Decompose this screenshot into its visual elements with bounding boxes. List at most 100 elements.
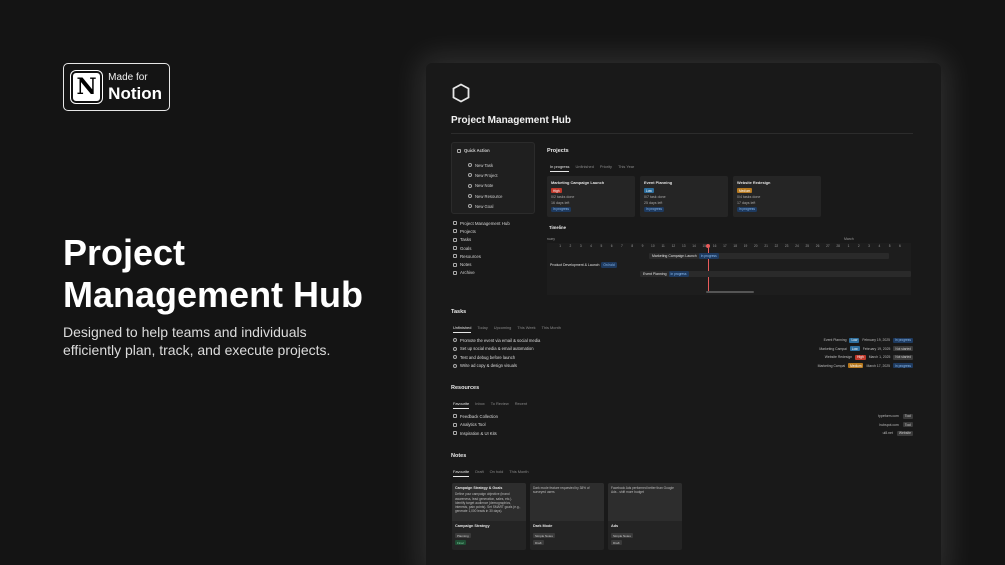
note-card[interactable]: Facebook Ads performed better than Googl… bbox=[608, 483, 682, 550]
nav-item-goals[interactable]: Goals bbox=[453, 244, 510, 252]
status-badge: Not started bbox=[893, 346, 913, 352]
timeline-bar[interactable]: Marketing Campaign Launch In progress bbox=[649, 253, 889, 259]
project-cards: Marketing Campaign Launch High 0/2 tasks… bbox=[547, 176, 821, 217]
nav-item-label: Projects bbox=[460, 228, 476, 234]
note-card[interactable]: Dark mode feature requested by 38% of su… bbox=[530, 483, 604, 550]
resource-meta: ui8.net Website bbox=[883, 430, 913, 436]
note-preview: Facebook Ads performed better than Googl… bbox=[608, 483, 682, 521]
list-item[interactable]: Feedback Collection typeform.com Tool bbox=[453, 412, 913, 421]
resource-text: Feedback Collection bbox=[460, 413, 498, 419]
list-item[interactable]: Write ad copy & design visuals Marketing… bbox=[453, 362, 913, 371]
project-card-title: Website Redesign bbox=[737, 180, 771, 185]
list-item[interactable]: Inspiration & UI Kits ui8.net Website bbox=[453, 429, 913, 438]
quick-action-item-label: New Resource bbox=[475, 193, 503, 199]
timeline-day: 17 bbox=[723, 244, 727, 248]
timeline-day: 10 bbox=[651, 244, 655, 248]
checkbox-icon[interactable] bbox=[453, 363, 457, 368]
project-card[interactable]: Event Planning Low 0/7 task done 25 days… bbox=[640, 176, 728, 217]
tab-this-year[interactable]: This Year bbox=[618, 164, 634, 172]
nav-item-archive[interactable]: Archive bbox=[453, 269, 510, 277]
note-title: Ads bbox=[611, 524, 619, 528]
list-item[interactable]: Set up social media & email automation M… bbox=[453, 345, 913, 354]
tab-today[interactable]: Today bbox=[477, 325, 487, 333]
note-body: Dark Mode Simple Notes Draft bbox=[530, 521, 604, 548]
megaphone-icon bbox=[457, 148, 461, 153]
list-item[interactable]: Promote the event via email & social med… bbox=[453, 336, 913, 345]
status-badge: Draft bbox=[533, 540, 544, 545]
timeline-bar[interactable]: Product Development & Launch On hold bbox=[547, 262, 647, 268]
timeline: ruary March 1 2 3 4 5 6 7 8 9 10 11 12 13 14 15 16 17 18 1… bbox=[547, 235, 911, 295]
tab-on-hold[interactable]: On hold bbox=[490, 469, 504, 477]
note-preview: Dark mode feature requested by 38% of su… bbox=[530, 483, 604, 521]
timeline-day: 4 bbox=[878, 244, 881, 248]
quick-action-items: New Task New Project New Note New Resour… bbox=[468, 160, 502, 211]
tab-priority[interactable]: Priority bbox=[600, 164, 612, 172]
tab-this-month[interactable]: This Month bbox=[509, 469, 528, 477]
quick-action-item-label: New Task bbox=[475, 162, 494, 168]
project-card[interactable]: Website Redesign Medium 0/4 tasks done 1… bbox=[733, 176, 821, 217]
nav-item-label: Resources bbox=[460, 253, 481, 259]
nav-item-projects[interactable]: Projects bbox=[453, 227, 510, 235]
timeline-day: 5 bbox=[888, 244, 891, 248]
timeline-title: Timeline bbox=[549, 225, 566, 230]
timeline-bar[interactable]: Event Planning In progress bbox=[640, 271, 911, 277]
pen-icon bbox=[468, 183, 472, 188]
quick-action-new-note[interactable]: New Note bbox=[468, 181, 502, 191]
list-item[interactable]: Test and debug before launch Website Red… bbox=[453, 353, 913, 362]
tab-favourite[interactable]: Favourite bbox=[453, 401, 470, 409]
timeline-bar-label: Event Planning bbox=[643, 272, 667, 276]
timeline-day: 5 bbox=[600, 244, 603, 248]
checkbox-icon[interactable] bbox=[453, 338, 457, 343]
status-badge: Final bbox=[455, 540, 466, 545]
status-badge: In progress bbox=[698, 253, 719, 259]
folder-icon bbox=[468, 173, 472, 178]
tab-this-week[interactable]: This Week bbox=[517, 325, 535, 333]
target-icon bbox=[453, 246, 457, 251]
task-meta: Event Planning Low February 19, 2025 In pro… bbox=[824, 337, 913, 343]
tab-unfinished[interactable]: Unfinished bbox=[575, 164, 593, 172]
project-card[interactable]: Marketing Campaign Launch High 0/2 tasks… bbox=[547, 176, 635, 217]
checkbox-icon[interactable] bbox=[453, 355, 457, 360]
target-icon bbox=[468, 204, 472, 209]
tab-in-progress[interactable]: In progress bbox=[550, 164, 570, 172]
status-badge: In progress bbox=[737, 206, 757, 212]
tasks-title: Tasks bbox=[451, 309, 467, 315]
notes-tabs: Favourite Draft On hold This Month bbox=[453, 469, 529, 477]
timeline-day: 25 bbox=[805, 244, 810, 248]
archive-icon bbox=[453, 270, 457, 275]
tab-recent[interactable]: Recent bbox=[515, 401, 527, 409]
tab-this-month[interactable]: This Month bbox=[542, 325, 561, 333]
timeline-day: 6 bbox=[610, 244, 613, 248]
quick-action-header: Quick Action bbox=[457, 148, 490, 153]
nav-item-label: Notes bbox=[460, 262, 472, 268]
checkbox-icon[interactable] bbox=[453, 346, 457, 351]
tab-upcoming[interactable]: Upcoming bbox=[494, 325, 512, 333]
timeline-scrollbar[interactable] bbox=[706, 291, 754, 293]
tab-to-review[interactable]: To Review bbox=[491, 401, 509, 409]
nav-item-hub[interactable]: Project Management Hub bbox=[453, 219, 510, 227]
quick-action-new-goal[interactable]: New Goal bbox=[468, 201, 502, 211]
nav-item-resources[interactable]: Resources bbox=[453, 252, 510, 260]
note-body: Campaign Strategy Planning Final bbox=[452, 521, 526, 548]
project-card-title: Event Planning bbox=[644, 180, 673, 185]
quick-action-new-project[interactable]: New Project bbox=[468, 170, 502, 180]
note-card[interactable]: Campaign Strategy & Goals Define your ca… bbox=[452, 483, 526, 550]
tab-favourite[interactable]: Favourite bbox=[453, 469, 470, 477]
timeline-day: 2 bbox=[569, 244, 572, 248]
quick-action-new-task[interactable]: New Task bbox=[468, 160, 502, 170]
tab-inbox[interactable]: Inbox bbox=[475, 401, 485, 409]
status-badge: In progress bbox=[551, 206, 571, 212]
note-tag: Planning bbox=[455, 533, 471, 538]
pen-icon bbox=[453, 262, 457, 267]
nav-item-tasks[interactable]: Tasks bbox=[453, 236, 510, 244]
month-left: ruary bbox=[547, 237, 555, 241]
note-title: Dark Mode bbox=[533, 524, 553, 528]
tab-unfinished[interactable]: Unfinished bbox=[453, 325, 472, 333]
quick-action-new-resource[interactable]: New Resource bbox=[468, 191, 502, 201]
resources-tabs: Favourite Inbox To Review Recent bbox=[453, 401, 527, 409]
priority-tag: Low bbox=[849, 346, 860, 352]
note-preview-text: Define your campaign objective (brand aw… bbox=[455, 492, 521, 514]
tab-draft[interactable]: Draft bbox=[475, 469, 483, 477]
list-item[interactable]: Analytics Tool hubspot.com Tool bbox=[453, 421, 913, 430]
nav-item-notes[interactable]: Notes bbox=[453, 260, 510, 268]
